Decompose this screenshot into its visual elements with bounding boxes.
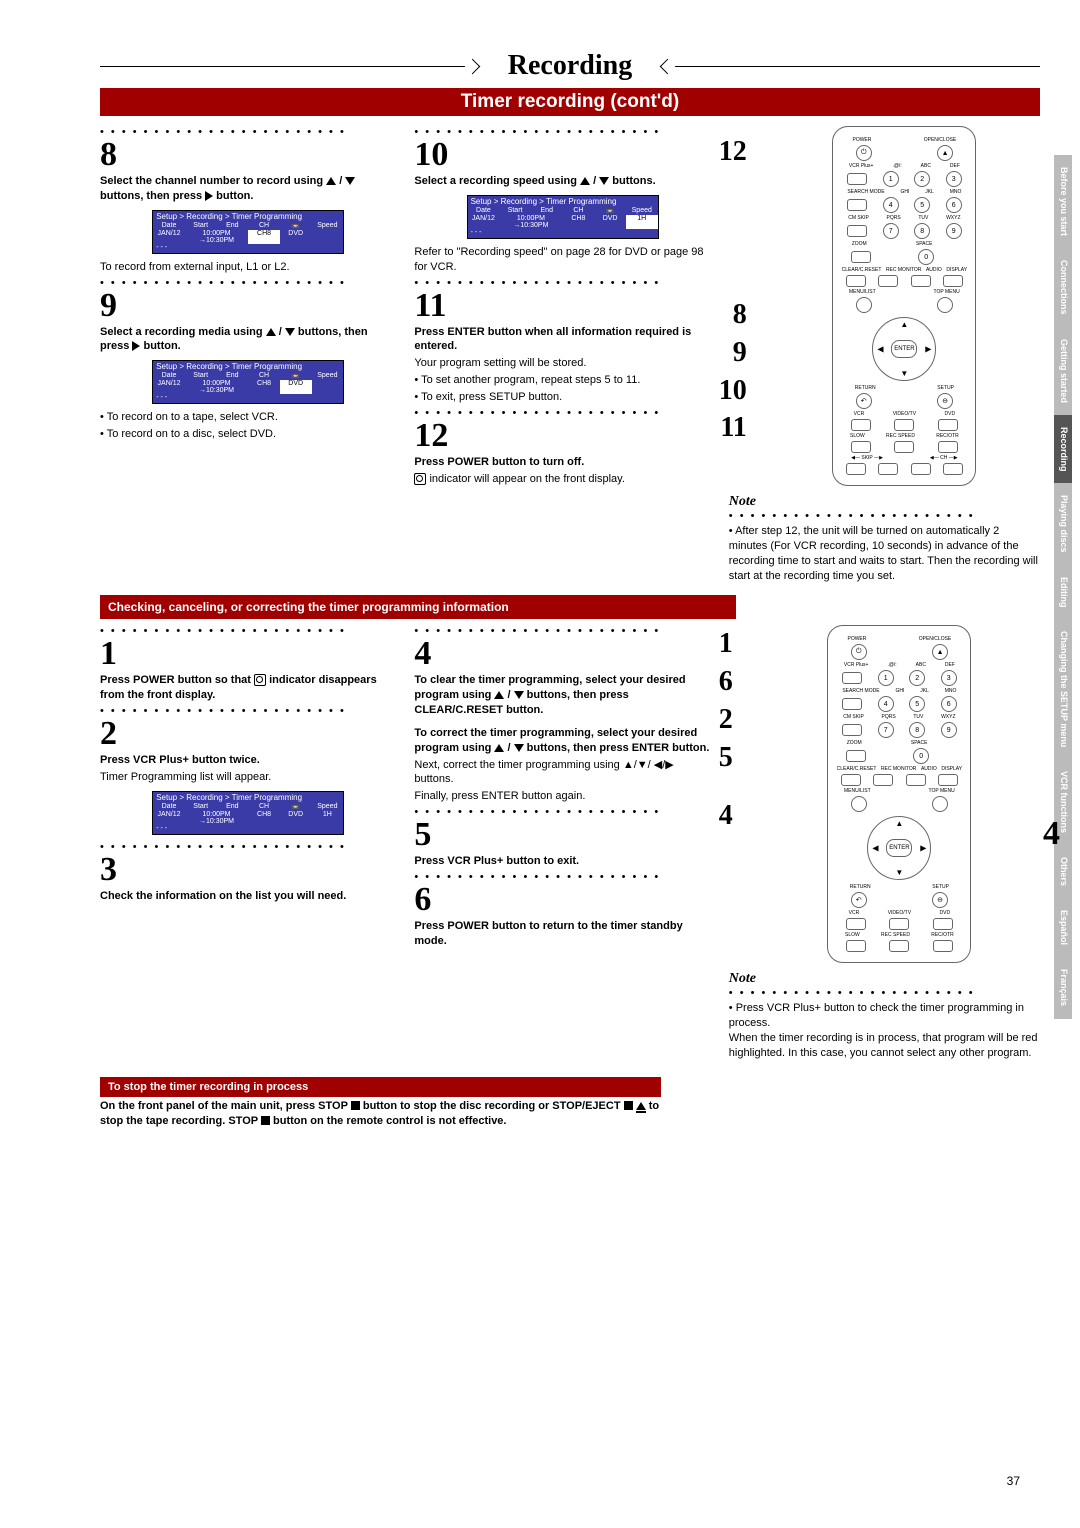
step-number: 2	[100, 717, 117, 751]
step9-heading: Select a recording media using / buttons…	[100, 325, 396, 355]
divider-dots: • • • • • • • • • • • • • • • • • • • • …	[414, 277, 710, 289]
step-number: 3	[100, 853, 117, 887]
setup-box: Setup > Recording > Timer Programming Da…	[152, 791, 344, 835]
eject-icon	[636, 1102, 646, 1110]
callout-number: 5	[719, 739, 733, 777]
check-header-bar: Checking, canceling, or correcting the t…	[100, 595, 736, 619]
stop-instructions: On the front panel of the main unit, pre…	[100, 1099, 683, 1129]
c6-heading: Press POWER button to return to the time…	[414, 919, 710, 949]
step-number: 1	[100, 637, 117, 671]
callout-number: 2	[719, 701, 733, 739]
step11-body: Your program setting will be stored.	[414, 356, 710, 371]
c5-heading: Press VCR Plus+ button to exit.	[414, 854, 710, 869]
step-number: 4	[414, 637, 431, 671]
step11-heading: Press ENTER button when all information …	[414, 325, 710, 355]
stop-icon	[261, 1116, 270, 1125]
callout-number: 11	[719, 409, 747, 447]
stop-icon	[351, 1101, 360, 1110]
callout-number: 9	[719, 334, 747, 372]
timer-icon	[254, 674, 266, 686]
callout-number: 12	[719, 134, 747, 170]
tab: Getting started	[1054, 327, 1072, 415]
callout-number: 8	[719, 296, 747, 334]
side-tabs: Before you start Connections Getting sta…	[1054, 155, 1072, 1019]
setup-box: Setup > Recording > Timer Programming Da…	[152, 360, 344, 404]
setup-box: Setup > Recording > Timer Programming Da…	[152, 210, 344, 254]
divider-dots: • • • • • • • • • • • • • • • • • • • • …	[100, 126, 396, 138]
step9-bullet: • To record on to a disc, select DVD.	[100, 427, 396, 442]
step-number: 8	[100, 138, 117, 172]
step-number: 11	[414, 289, 446, 323]
c1-heading: Press POWER button so that indicator dis…	[100, 673, 396, 703]
callout-number: 10	[719, 372, 747, 410]
step-number: 5	[414, 818, 431, 852]
step-number: 10	[414, 138, 448, 172]
step-number: 12	[414, 419, 448, 453]
callout-number: 1	[719, 625, 733, 663]
tab: Español	[1054, 898, 1072, 957]
note-label: Note	[729, 494, 1040, 510]
tab: Before you start	[1054, 155, 1072, 248]
c4-heading-b: To correct the timer programming, select…	[414, 726, 710, 756]
c4-body: Next, correct the timer programming usin…	[414, 758, 710, 788]
remote-diagram: POWEROPEN/CLOSE ⏻▲ VCR Plus+.@/:ABCDEF 1…	[827, 625, 971, 963]
tab: Editing	[1054, 565, 1072, 620]
step8-heading: Select the channel number to record usin…	[100, 174, 396, 204]
tab: Connections	[1054, 248, 1072, 327]
divider-dots: • • • • • • • • • • • • • • • • • • • • …	[100, 277, 396, 289]
note-label: Note	[729, 971, 1040, 987]
step11-bullet: • To exit, press SETUP button.	[414, 390, 710, 405]
tab-active: Recording	[1054, 415, 1072, 484]
divider-dots: • • • • • • • • • • • • • • • • • • • • …	[414, 407, 710, 419]
setup-box: Setup > Recording > Timer Programming Da…	[467, 195, 659, 239]
step12-body: indicator will appear on the front displ…	[414, 472, 710, 487]
step9-bullet: • To record on to a tape, select VCR.	[100, 410, 396, 425]
note-text: • After step 12, the unit will be turned…	[729, 524, 1040, 583]
callout-number: 6	[719, 663, 733, 701]
tab: Français	[1054, 957, 1072, 1018]
step12-heading: Press POWER button to turn off.	[414, 455, 710, 470]
c2-heading: Press VCR Plus+ button twice.	[100, 753, 396, 768]
stop-icon	[624, 1101, 633, 1110]
tab: Changing the SETUP menu	[1054, 619, 1072, 759]
page-title: Recording	[478, 50, 662, 82]
step10-heading: Select a recording speed using / buttons…	[414, 174, 710, 189]
remote-diagram: POWEROPEN/CLOSE ⏻▲ VCR Plus+.@/:ABCDEF 1…	[832, 126, 976, 486]
step11-bullet: • To set another program, repeat steps 5…	[414, 373, 710, 388]
timer-icon	[414, 473, 426, 485]
c2-body: Timer Programming list will appear.	[100, 770, 396, 785]
tab: Playing discs	[1054, 483, 1072, 565]
note-text: • Press VCR Plus+ button to check the ti…	[729, 1001, 1040, 1060]
step8-after: To record from external input, L1 or L2.	[100, 260, 396, 275]
c4-body: Finally, press ENTER button again.	[414, 789, 710, 804]
stop-header-bar: To stop the timer recording in process	[100, 1077, 661, 1097]
step10-after: Refer to "Recording speed" on page 28 fo…	[414, 245, 710, 275]
divider-dots: • • • • • • • • • • • • • • • • • • • • …	[729, 510, 1040, 522]
callout-number: 4	[719, 797, 733, 835]
c3-heading: Check the information on the list you wi…	[100, 889, 396, 904]
section-subtitle: Timer recording (cont'd)	[100, 88, 1040, 116]
page-number: 37	[1007, 1474, 1020, 1488]
callout-number: 4	[1043, 815, 1060, 853]
step-number: 9	[100, 289, 117, 323]
divider-dots: • • • • • • • • • • • • • • • • • • • • …	[414, 126, 710, 138]
c4-heading-a: To clear the timer programming, select y…	[414, 673, 710, 718]
tab: Others	[1054, 845, 1072, 898]
step-number: 6	[414, 883, 431, 917]
